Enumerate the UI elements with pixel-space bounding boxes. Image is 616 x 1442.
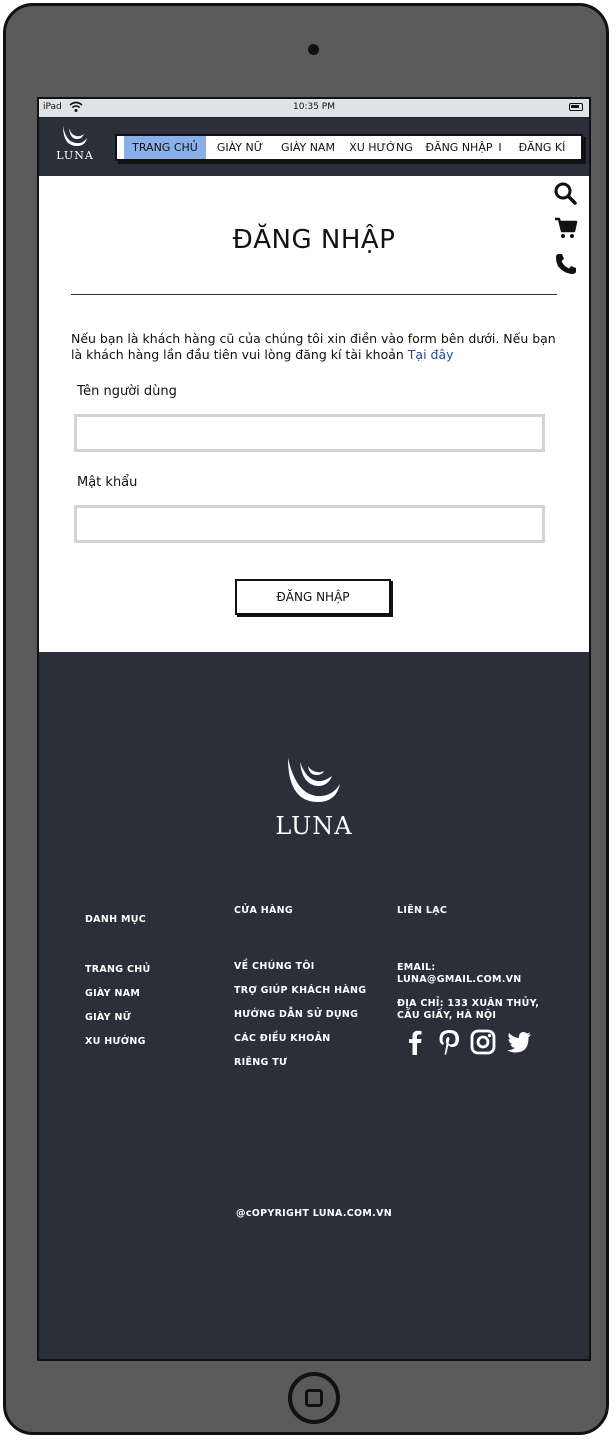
footer-link-terms[interactable]: CÁC ĐIỀU KHOẢN [234,1027,366,1051]
nav-item-login[interactable]: ĐĂNG NHẬP [421,136,497,159]
password-label: Mật khẩu [77,475,138,490]
login-button[interactable]: ĐĂNG NHẬP [235,579,391,615]
site-footer: LUNA DANH MỤC TRANG CHỦ GIÀY NAM GIÀY NỮ… [39,652,589,1359]
page-title: ĐĂNG NHẬP [232,225,396,255]
intro-message: Nếu bạn là khách hàng cũ của chúng tôi x… [71,331,556,362]
intro-text: Nếu bạn là khách hàng cũ của chúng tôi x… [71,331,563,363]
battery-icon [569,103,583,111]
moon-logo-icon [288,758,340,802]
title-divider [71,294,557,295]
username-label: Tên người dùng [77,384,177,399]
footer-link-about[interactable]: VỀ CHÚNG TÔI [234,955,366,979]
footer-link-privacy[interactable]: RIÊNG TƯ [234,1051,366,1075]
home-button[interactable] [288,1372,340,1424]
logo-text: LUNA [56,149,94,162]
footer-logo-text: LUNA [275,812,353,840]
ipad-frame: iPad 10:35 PM LUNA TRANG CHỦ GIÀY NỮ GIÀ… [3,3,609,1435]
footer-link-womens-shoes[interactable]: GIÀY NỮ [85,1006,151,1030]
footer-link-support[interactable]: TRỢ GIÚP KHÁCH HÀNG [234,979,366,1003]
copyright-text: @cOPYRIGHT LUNA.COM.VN [236,1208,392,1219]
footer-store-title: CỬA HÀNG [234,905,294,916]
footer-link-trends[interactable]: XU HƯỚNG [85,1030,151,1054]
password-input[interactable] [74,505,545,543]
header-logo[interactable]: LUNA [53,122,97,172]
main-nav: TRANG CHỦ GIÀY NỮ GIÀY NAM XU HƯỚNG ĐĂNG… [115,134,583,161]
footer-logo: LUNA [39,752,589,840]
footer-catalog-title: DANH MỤC [85,914,146,925]
screen: iPad 10:35 PM LUNA TRANG CHỦ GIÀY NỮ GIÀ… [37,97,591,1361]
nav-item-register[interactable]: ĐĂNG KÍ [511,136,573,159]
status-time: 10:35 PM [293,102,335,112]
facebook-icon[interactable] [401,1028,429,1056]
footer-store-list: VỀ CHÚNG TÔI TRỢ GIÚP KHÁCH HÀNG HƯỚNG D… [234,955,366,1075]
footer-email[interactable]: EMAIL: LUNA@GMAIL.COM.VN [397,962,557,986]
moon-logo-icon [63,126,87,146]
nav-separator: I [498,141,502,154]
pinterest-icon[interactable] [435,1028,463,1056]
nav-item-mens-shoes[interactable]: GIÀY NAM [275,136,341,159]
site-header: LUNA TRANG CHỦ GIÀY NỮ GIÀY NAM XU HƯỚNG… [39,118,589,176]
nav-item-womens-shoes[interactable]: GIÀY NỮ [210,136,270,159]
camera [308,44,319,55]
username-input[interactable] [74,414,545,452]
nav-item-trends[interactable]: XU HƯỚNG [346,136,416,159]
footer-address: ĐỊA CHỈ: 133 XUÂN THỦY, CẦU GIẤY, HÀ NỘI [397,998,540,1021]
footer-link-mens-shoes[interactable]: GIÀY NAM [85,982,151,1006]
search-icon[interactable] [553,181,579,207]
footer-catalog-list: TRANG CHỦ GIÀY NAM GIÀY NỮ XU HƯỚNG [85,958,151,1054]
footer-contact-info: EMAIL: LUNA@GMAIL.COM.VN ĐỊA CHỈ: 133 XU… [397,962,557,1022]
register-link[interactable]: Tại đây [408,347,454,362]
nav-item-home[interactable]: TRANG CHỦ [124,136,206,159]
footer-link-guide[interactable]: HƯỚNG DẪN SỬ DỤNG [234,1003,366,1027]
twitter-icon[interactable] [505,1028,533,1056]
instagram-icon[interactable] [469,1028,497,1056]
footer-link-home[interactable]: TRANG CHỦ [85,958,151,982]
footer-contact-title: LIÊN LẠC [397,905,448,916]
status-bar: iPad 10:35 PM [39,99,589,118]
